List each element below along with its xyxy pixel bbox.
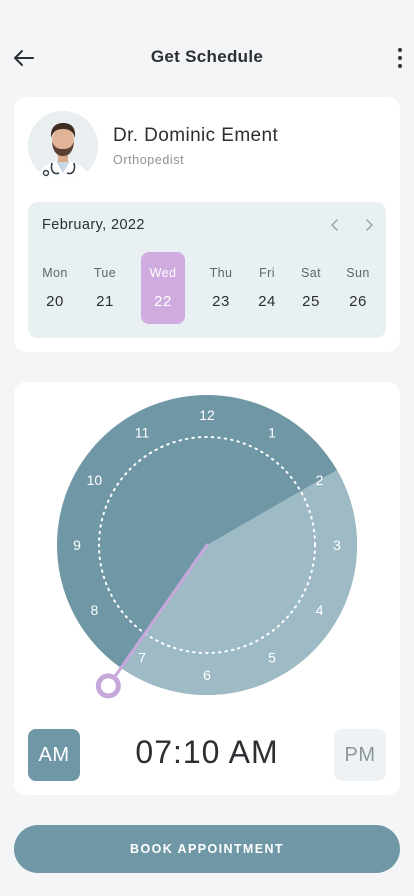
clock-hour-3[interactable]: 3 bbox=[333, 537, 341, 553]
day-name: Sun bbox=[346, 266, 370, 280]
day-number: 23 bbox=[212, 293, 230, 310]
day-number: 20 bbox=[46, 293, 64, 310]
day-name: Thu bbox=[209, 266, 233, 280]
day-name: Wed bbox=[149, 266, 177, 280]
clock-hour-9[interactable]: 9 bbox=[73, 537, 81, 553]
pm-button[interactable]: PM bbox=[334, 729, 386, 781]
clock-hand-handle[interactable] bbox=[95, 673, 121, 699]
doctor-avatar bbox=[28, 111, 98, 181]
doctor-name: Dr. Dominic Ement bbox=[113, 125, 279, 146]
day-number: 21 bbox=[96, 293, 114, 310]
doctor-card: Dr. Dominic Ement Orthopedist February, … bbox=[14, 97, 400, 352]
next-week-button[interactable] bbox=[358, 214, 380, 236]
clock-hour-7[interactable]: 7 bbox=[138, 650, 146, 666]
more-vertical-icon bbox=[398, 48, 402, 52]
clock-hour-2[interactable]: 2 bbox=[316, 472, 324, 488]
day-number: 22 bbox=[154, 293, 172, 310]
day-item[interactable]: Sun 26 bbox=[336, 252, 380, 324]
day-item-selected[interactable]: Wed 22 bbox=[141, 252, 185, 324]
day-item[interactable]: Tue 21 bbox=[83, 252, 127, 324]
chevron-left-icon bbox=[331, 219, 338, 231]
chevron-right-icon bbox=[366, 219, 373, 231]
month-label: February, 2022 bbox=[42, 217, 145, 233]
day-name: Fri bbox=[259, 266, 275, 280]
clock-hour-12[interactable]: 12 bbox=[199, 407, 215, 423]
date-picker: February, 2022 Mon 20 Tue 21 Wed 22 Thu … bbox=[28, 202, 386, 338]
clock-hour-1[interactable]: 1 bbox=[268, 424, 276, 440]
day-number: 26 bbox=[349, 293, 367, 310]
clock-hour-11[interactable]: 11 bbox=[135, 424, 150, 440]
clock-hour-10[interactable]: 10 bbox=[87, 472, 103, 488]
doctor-specialty: Orthopedist bbox=[113, 153, 185, 167]
time-picker-card: 12 1 2 3 4 5 6 7 8 9 10 11 AM 07:10 AM PM bbox=[14, 382, 400, 795]
day-name: Tue bbox=[93, 266, 117, 280]
day-item[interactable]: Thu 23 bbox=[199, 252, 243, 324]
day-number: 24 bbox=[258, 293, 276, 310]
more-options-button[interactable] bbox=[390, 44, 410, 72]
day-item[interactable]: Fri 24 bbox=[245, 252, 289, 324]
day-number: 25 bbox=[302, 293, 320, 310]
clock-dial[interactable]: 121234567891011 bbox=[14, 382, 400, 722]
day-name: Mon bbox=[42, 266, 68, 280]
day-item[interactable]: Mon 20 bbox=[33, 252, 77, 324]
previous-week-button[interactable] bbox=[324, 214, 346, 236]
page-title: Get Schedule bbox=[150, 47, 264, 66]
clock-hour-4[interactable]: 4 bbox=[316, 602, 324, 618]
clock-hour-8[interactable]: 8 bbox=[91, 602, 99, 618]
day-item[interactable]: Sat 25 bbox=[289, 252, 333, 324]
clock-hour-5[interactable]: 5 bbox=[268, 650, 276, 666]
clock-hour-6[interactable]: 6 bbox=[203, 667, 211, 683]
day-name: Sat bbox=[301, 266, 321, 280]
book-appointment-button[interactable]: BOOK APPOINTMENT bbox=[14, 825, 400, 873]
